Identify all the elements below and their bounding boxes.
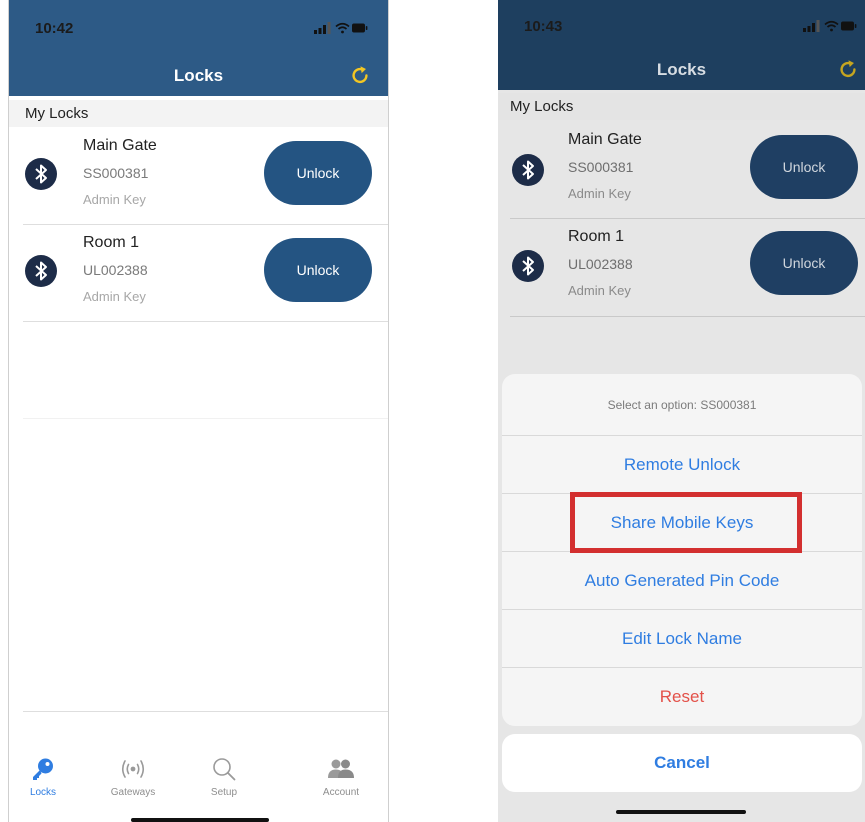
lock-row[interactable]: Main Gate SS000381 Admin Key Unlock — [498, 120, 865, 217]
cancel-button[interactable]: Cancel — [502, 734, 862, 792]
status-icons — [314, 22, 368, 34]
status-icons — [803, 20, 857, 32]
lock-row[interactable]: Main Gate SS000381 Admin Key Unlock — [9, 127, 388, 224]
section-header: My Locks — [9, 100, 388, 127]
tab-label: Gateways — [110, 787, 156, 798]
key-icon — [33, 758, 53, 780]
nav-bar: 10:43 Locks — [498, 0, 865, 90]
tab-label: Setup — [210, 787, 238, 798]
lock-name: Room 1 — [568, 228, 625, 245]
tab-bar: Locks Gateways Setup Account — [9, 748, 388, 822]
refresh-icon[interactable] — [349, 64, 371, 86]
wifi-icon — [824, 20, 839, 28]
refresh-icon[interactable] — [837, 58, 859, 80]
tab-label: Locks — [29, 787, 57, 798]
broadcast-icon — [121, 760, 145, 778]
page-title: Locks — [173, 66, 224, 85]
lock-serial: SS000381 — [83, 165, 149, 181]
lock-name: Main Gate — [568, 131, 642, 148]
unlock-button[interactable]: Unlock — [264, 238, 372, 302]
lock-row[interactable]: Room 1 UL002388 Admin Key Unlock — [498, 218, 865, 315]
page-title: Locks — [656, 60, 707, 79]
unlock-button[interactable]: Unlock — [750, 135, 858, 199]
status-time: 10:42 — [35, 20, 74, 37]
action-sheet-title: Select an option: SS000381 — [502, 374, 862, 436]
tab-locks[interactable]: Locks — [9, 756, 83, 798]
lock-name: Main Gate — [83, 137, 157, 154]
key-type: Admin Key — [83, 289, 146, 304]
left-phone-screen: 10:42 Locks My Locks Main Gate SS000381 … — [8, 0, 389, 822]
lock-serial: SS000381 — [568, 159, 634, 175]
users-icon — [328, 759, 354, 778]
home-indicator — [616, 810, 746, 814]
highlight-box — [570, 492, 802, 553]
status-bar: 10:42 — [9, 0, 388, 42]
lock-serial: UL002388 — [568, 256, 633, 272]
row-divider — [510, 316, 865, 317]
tab-account[interactable]: Account — [301, 756, 381, 798]
search-icon — [213, 758, 236, 781]
auto-generated-pin-code-option[interactable]: Auto Generated Pin Code — [502, 552, 862, 610]
battery-icon — [352, 23, 368, 33]
key-type: Admin Key — [83, 192, 146, 207]
right-phone-screen: 10:43 Locks My Locks Main Gate SS000381 … — [498, 0, 865, 822]
wifi-icon — [335, 22, 350, 30]
lock-name: Room 1 — [83, 234, 140, 251]
status-bar: 10:43 — [498, 0, 865, 42]
bluetooth-icon — [512, 250, 544, 282]
action-sheet: Select an option: SS000381 Remote Unlock… — [502, 374, 862, 726]
nav-bar: 10:42 Locks — [9, 0, 388, 96]
row-divider — [23, 418, 388, 419]
bluetooth-icon — [25, 255, 57, 287]
bluetooth-icon — [25, 158, 57, 190]
edit-lock-name-option[interactable]: Edit Lock Name — [502, 610, 862, 668]
cellular-signal-icon — [803, 20, 820, 32]
lock-serial: UL002388 — [83, 262, 148, 278]
bluetooth-icon — [512, 154, 544, 186]
reset-option[interactable]: Reset — [502, 668, 862, 726]
unlock-button[interactable]: Unlock — [750, 231, 858, 295]
row-divider — [23, 321, 388, 322]
battery-icon — [841, 21, 857, 31]
remote-unlock-option[interactable]: Remote Unlock — [502, 436, 862, 494]
row-divider — [23, 711, 388, 712]
key-type: Admin Key — [568, 186, 631, 201]
tab-setup[interactable]: Setup — [184, 756, 264, 798]
status-time: 10:43 — [524, 18, 563, 35]
unlock-button[interactable]: Unlock — [264, 141, 372, 205]
home-indicator — [131, 818, 269, 822]
cellular-signal-icon — [314, 22, 331, 34]
tab-label: Account — [322, 787, 360, 798]
section-header: My Locks — [498, 93, 865, 120]
lock-row[interactable]: Room 1 UL002388 Admin Key Unlock — [9, 224, 388, 321]
key-type: Admin Key — [568, 283, 631, 298]
tab-gateways[interactable]: Gateways — [93, 756, 173, 798]
